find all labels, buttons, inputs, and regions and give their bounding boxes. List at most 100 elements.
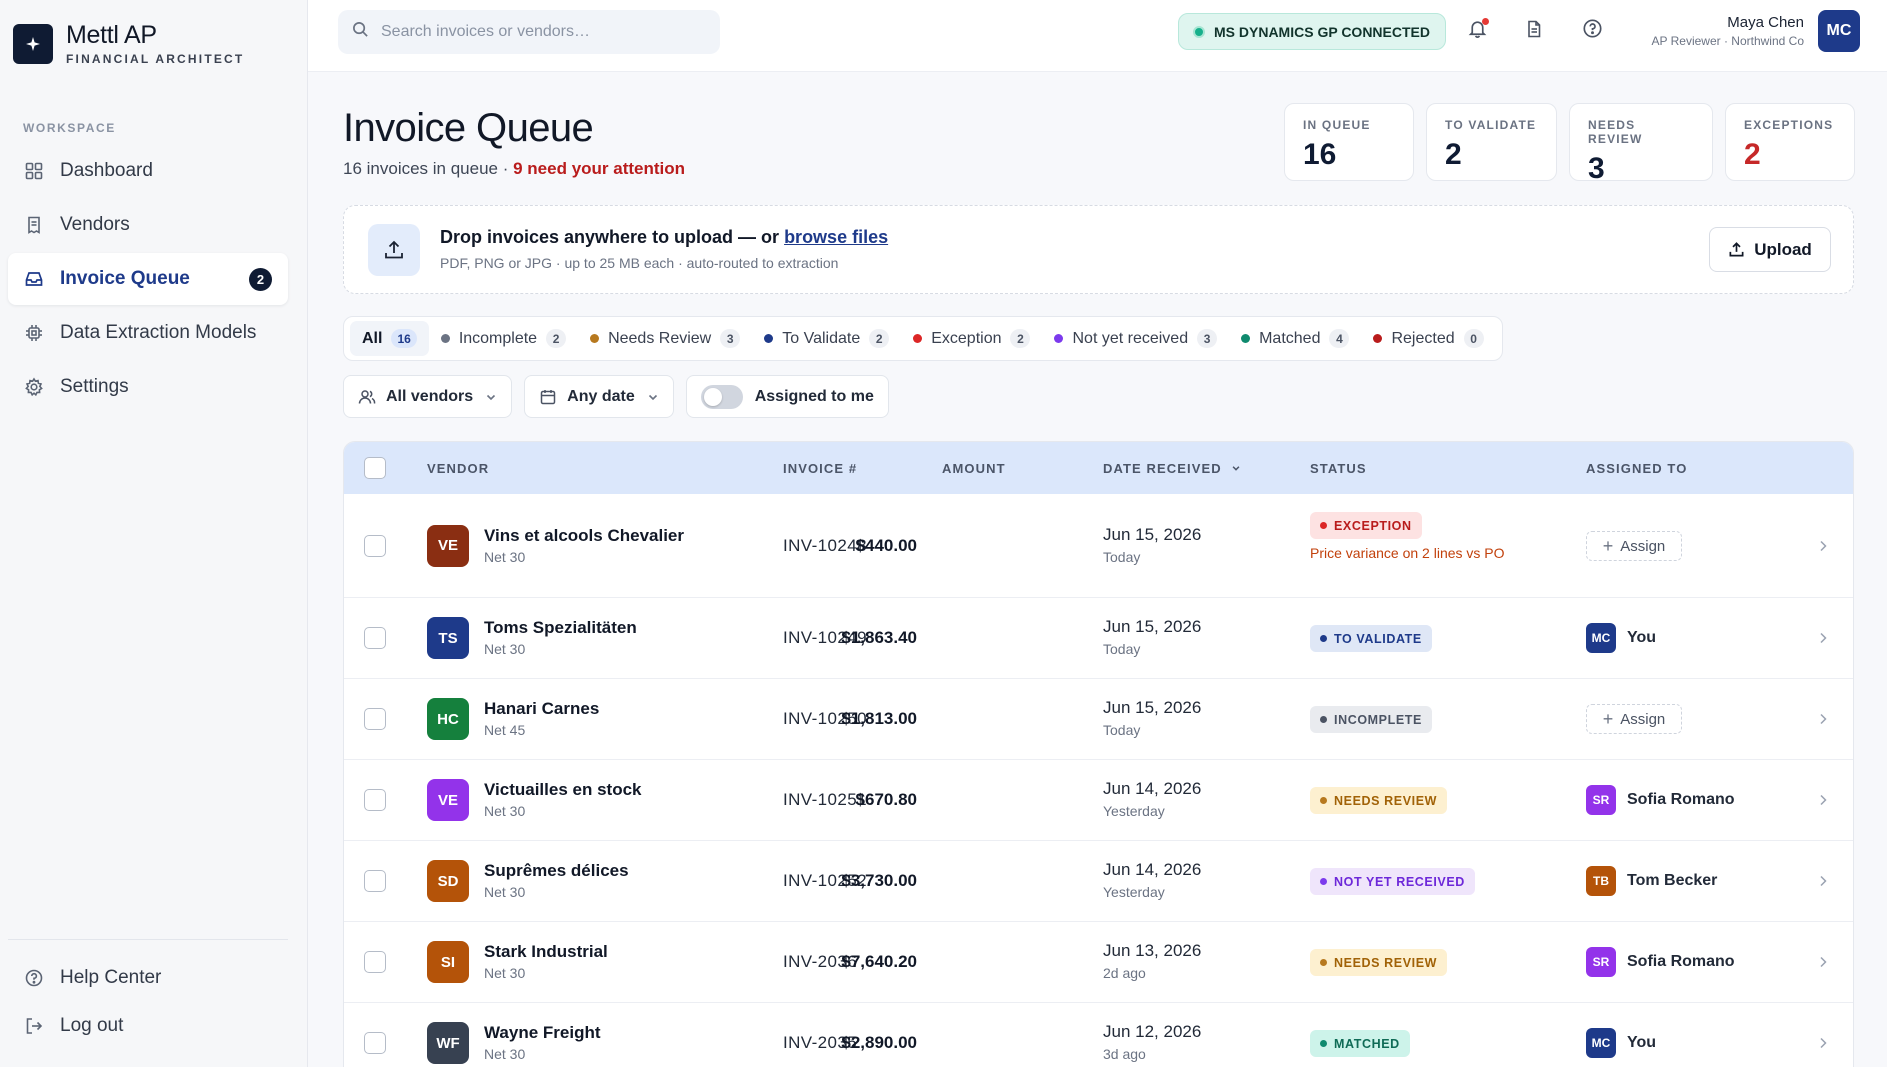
table-row[interactable]: VE Vins et alcools Chevalier Net 30 INV-… (344, 494, 1853, 598)
vendor-name: Stark Industrial (484, 942, 608, 961)
tab-to-validate[interactable]: To Validate 2 (752, 321, 901, 356)
assignee-avatar: MC (1586, 1028, 1616, 1058)
upload-title: Drop invoices anywhere to upload — or br… (440, 227, 888, 248)
upload-button[interactable]: Upload (1709, 227, 1831, 272)
row-checkbox[interactable] (364, 627, 386, 649)
user-menu[interactable]: Maya Chen AP Reviewer · Northwind Co MC (1651, 10, 1860, 52)
row-checkbox[interactable] (364, 708, 386, 730)
status-badge: INCOMPLETE (1310, 706, 1432, 733)
sidebar-item-settings[interactable]: Settings (8, 361, 288, 413)
assign-label: Assign (1620, 710, 1666, 728)
workspace-label: WORKSPACE (23, 121, 116, 135)
stat-needs-review[interactable]: NEEDS REVIEW 3 (1569, 103, 1713, 185)
sidebar-item-data-extraction-models[interactable]: Data Extraction Models (8, 307, 288, 359)
chevron-right-icon[interactable] (1815, 873, 1831, 889)
column-vendor: VENDOR (427, 461, 490, 476)
invoice-queue-badge: 2 (249, 267, 272, 291)
upload-dropzone[interactable]: Drop invoices anywhere to upload — or br… (343, 205, 1854, 294)
status-dot (1320, 1040, 1327, 1047)
row-checkbox[interactable] (364, 951, 386, 973)
column-assigned-to: ASSIGNED TO (1586, 461, 1688, 476)
gear-icon (23, 376, 45, 398)
tab-label: Rejected (1391, 329, 1455, 347)
users-icon (358, 388, 376, 406)
tab-rejected[interactable]: Rejected 0 (1361, 321, 1495, 356)
sidebar-item-help-center[interactable]: Help Center (8, 955, 288, 1001)
tab-count: 2 (546, 329, 567, 348)
search-input[interactable] (381, 23, 701, 41)
table-row[interactable]: HC Hanari Carnes Net 45 INV-10250 $1,813… (344, 679, 1853, 760)
chevron-right-icon[interactable] (1815, 711, 1831, 727)
stat-to-validate[interactable]: TO VALIDATE 2 (1426, 103, 1557, 181)
toggle-switch[interactable] (700, 384, 743, 409)
column-date-received[interactable]: DATE RECEIVED (1103, 461, 1241, 476)
tab-needs-review[interactable]: Needs Review 3 (578, 321, 752, 356)
assignee: MC You (1586, 623, 1656, 653)
vendor-terms: Net 30 (484, 803, 526, 819)
table-row[interactable]: TS Toms Spezialitäten Net 30 INV-10249 $… (344, 598, 1853, 679)
vendor-avatar: TS (427, 617, 469, 659)
row-checkbox[interactable] (364, 789, 386, 811)
status-dot (1241, 334, 1251, 343)
stat-in-queue[interactable]: IN QUEUE 16 (1284, 103, 1414, 181)
row-checkbox[interactable] (364, 870, 386, 892)
sidebar-item-invoice-queue[interactable]: Invoice Queue 2 (8, 253, 288, 305)
brand[interactable]: Mettl AP FINANCIAL ARCHITECT (13, 22, 244, 66)
vendor-terms: Net 30 (484, 641, 526, 657)
chevron-right-icon[interactable] (1815, 792, 1831, 808)
row-checkbox[interactable] (364, 1032, 386, 1054)
queue-count-text: 16 invoices in queue · (343, 159, 514, 178)
date-relative: Today (1103, 641, 1141, 657)
help-button[interactable] (1578, 17, 1606, 45)
chevron-right-icon[interactable] (1815, 1035, 1831, 1051)
date-received: Jun 14, 2026 (1103, 860, 1202, 879)
exception-note: Price variance on 2 lines vs PO (1310, 545, 1505, 561)
table-row[interactable]: SI Stark Industrial Net 30 INV-2036 $7,6… (344, 922, 1853, 1003)
stat-exceptions[interactable]: EXCEPTIONS 2 (1725, 103, 1855, 181)
inbox-icon (23, 268, 45, 290)
assignee-avatar: MC (1586, 623, 1616, 653)
sidebar-item-dashboard[interactable]: Dashboard (8, 145, 288, 197)
stat-value: 3 (1588, 152, 1605, 185)
date-filter-dropdown[interactable]: Any date (524, 375, 674, 418)
invoice-amount: $3,730.00 (841, 871, 917, 890)
table-row[interactable]: VE Victuailles en stock Net 30 INV-10251… (344, 760, 1853, 841)
tab-exception[interactable]: Exception 2 (901, 321, 1042, 356)
tab-matched[interactable]: Matched 4 (1229, 321, 1361, 356)
tab-not-yet-received[interactable]: Not yet received 3 (1042, 321, 1229, 356)
status-badge: MATCHED (1310, 1030, 1410, 1057)
notifications-button[interactable] (1463, 17, 1491, 45)
table-row[interactable]: WF Wayne Freight Net 30 INV-2035 $2,890.… (344, 1003, 1853, 1067)
assigned-to-me-toggle[interactable]: Assigned to me (685, 375, 889, 418)
chevron-right-icon[interactable] (1815, 538, 1831, 554)
date-filter-label: Any date (567, 387, 635, 405)
table-row[interactable]: SD Suprêmes délices Net 30 INV-10252 $3,… (344, 841, 1853, 922)
browse-files-link[interactable]: browse files (784, 227, 888, 247)
upload-subtitle: PDF, PNG or JPG · up to 25 MB each · aut… (440, 255, 839, 271)
chevron-right-icon[interactable] (1815, 630, 1831, 646)
invoice-number: INV-10251 (783, 790, 867, 809)
status-badge: TO VALIDATE (1310, 625, 1432, 652)
vendor-filter-dropdown[interactable]: All vendors (343, 375, 513, 418)
tab-label: Matched (1259, 329, 1321, 347)
tab-incomplete[interactable]: Incomplete 2 (429, 321, 578, 356)
tab-all[interactable]: All 16 (350, 321, 429, 356)
sidebar-item-log-out[interactable]: Log out (8, 1003, 288, 1049)
search-box[interactable] (338, 10, 720, 54)
sidebar-bottom: Help Center Log out (8, 955, 288, 1051)
plus-icon: + (1602, 708, 1614, 729)
assignee: MC You (1586, 1028, 1656, 1058)
vendor-name: Toms Spezialitäten (484, 618, 637, 637)
row-checkbox[interactable] (364, 534, 386, 557)
chevron-right-icon[interactable] (1815, 954, 1831, 970)
connection-dot (1193, 25, 1205, 38)
avatar[interactable]: MC (1818, 10, 1860, 52)
assignee: TB Tom Becker (1586, 866, 1717, 896)
sidebar-item-vendors[interactable]: Vendors (8, 199, 288, 251)
assign-button[interactable]: + Assign (1586, 704, 1682, 734)
assign-button[interactable]: + Assign (1586, 531, 1682, 561)
documents-button[interactable] (1520, 17, 1548, 45)
assigned-to-me-label: Assigned to me (754, 387, 874, 405)
select-all-checkbox[interactable] (364, 457, 386, 479)
status-dot (1320, 635, 1327, 642)
